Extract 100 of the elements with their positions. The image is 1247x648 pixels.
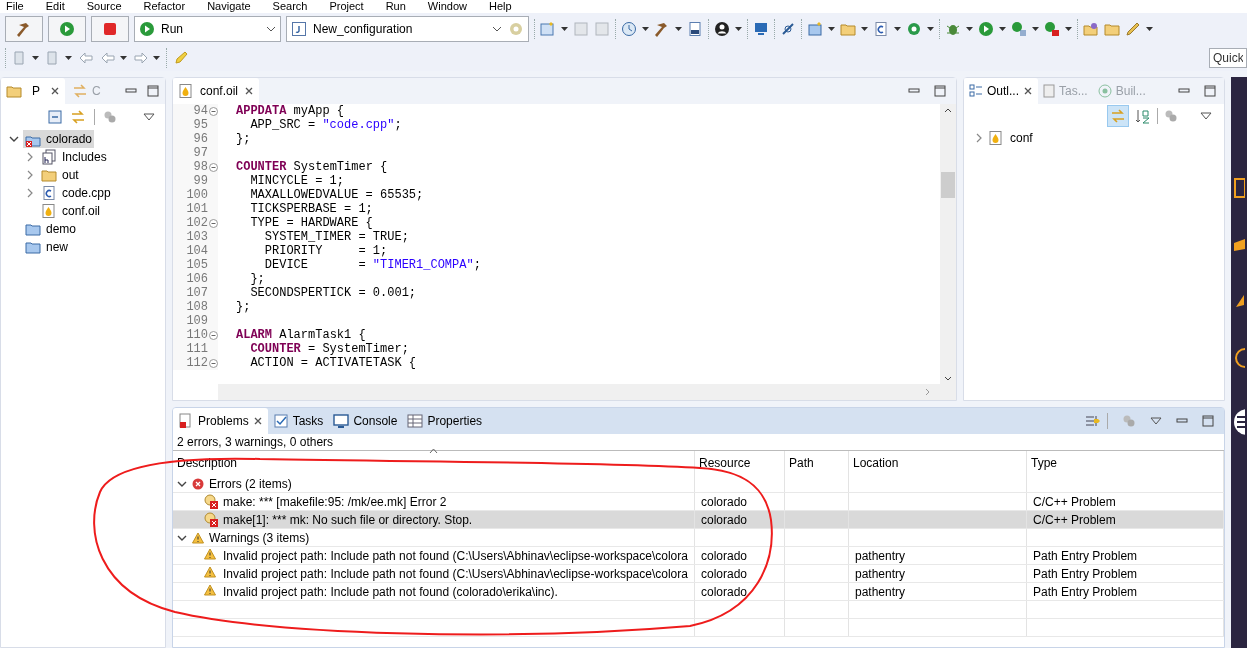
maximize-icon[interactable] [1204, 85, 1216, 97]
menu-item[interactable]: File [6, 0, 24, 13]
chevron-right-icon[interactable] [25, 170, 35, 180]
highlighter-icon[interactable] [173, 50, 189, 66]
quick-access-field[interactable]: Quick [1209, 48, 1247, 68]
scroll-right-icon[interactable] [925, 388, 930, 396]
tree-item[interactable]: conf.oil [39, 202, 103, 220]
hammer-icon[interactable] [654, 21, 670, 37]
dropdown-caret-icon[interactable] [1146, 27, 1153, 31]
dropdown-caret-icon[interactable] [561, 27, 568, 31]
tree-item[interactable]: Includes [39, 148, 109, 166]
launch-mode-dropdown[interactable]: Run [134, 16, 281, 42]
fold-icon[interactable] [209, 358, 218, 368]
view-tab[interactable]: Properties [402, 408, 488, 434]
tree-item[interactable]: conf [988, 129, 1033, 147]
close-icon[interactable] [50, 86, 60, 96]
sort-icon[interactable] [1135, 108, 1151, 124]
maximize-icon[interactable] [147, 85, 159, 97]
new-class-icon[interactable] [906, 21, 922, 37]
stop-button[interactable] [91, 16, 129, 42]
view-tab[interactable]: Problems [173, 408, 268, 434]
chevron-down-icon[interactable] [9, 134, 19, 144]
fold-icon[interactable] [209, 218, 218, 228]
dropdown-caret-icon[interactable] [828, 27, 835, 31]
build-button[interactable] [5, 16, 43, 42]
tree-item[interactable]: demo [23, 220, 79, 238]
new-project-icon[interactable] [807, 21, 823, 37]
chevron-right-icon[interactable] [25, 152, 35, 162]
dropdown-caret-icon[interactable] [153, 56, 160, 60]
vertical-scrollbar[interactable] [940, 104, 956, 384]
column-header[interactable]: Location [849, 451, 1027, 475]
monitor-icon[interactable] [753, 21, 769, 37]
new-file-icon[interactable] [873, 21, 889, 37]
tree-item[interactable]: out [39, 166, 81, 184]
link-editor-icon[interactable] [70, 109, 86, 125]
external-tool-icon[interactable] [1044, 21, 1060, 37]
view-tab[interactable]: Console [328, 408, 403, 434]
dropdown-caret-icon[interactable] [120, 56, 127, 60]
tree-item[interactable]: new [23, 238, 70, 256]
dropdown-caret-icon[interactable] [927, 27, 934, 31]
group-label[interactable]: Errors (2 items) [209, 475, 292, 492]
dropdown-caret-icon[interactable] [1065, 27, 1072, 31]
dropdown-caret-icon[interactable] [999, 27, 1006, 31]
column-header[interactable]: Type [1027, 451, 1224, 475]
column-header[interactable]: Description [173, 451, 695, 475]
dropdown-caret-icon[interactable] [32, 56, 39, 60]
fold-icon[interactable] [209, 162, 218, 172]
column-header[interactable]: Resource [695, 451, 785, 475]
problem-row[interactable]: Invalid project path: Include path not found (C:\Users\Abhinav\eclipse-workspace\colora colorado pathentry Path Entry Problem [173, 565, 1224, 583]
dropdown-caret-icon[interactable] [966, 27, 973, 31]
problem-row[interactable]: Invalid project path: Include path not found (C:\Users\Abhinav\eclipse-workspace\colora colorado pathentry Path Entry Problem [173, 547, 1224, 565]
filter-icon[interactable] [103, 110, 117, 124]
run-button[interactable] [48, 16, 86, 42]
link-icon[interactable] [780, 21, 796, 37]
view-menu-icon[interactable] [1200, 112, 1212, 120]
menu-item[interactable]: Search [272, 0, 308, 13]
chevron-right-icon[interactable] [25, 188, 35, 198]
maximize-icon[interactable] [934, 85, 946, 97]
tree-item[interactable]: code.cpp [39, 184, 113, 202]
menu-item[interactable]: Window [427, 0, 467, 13]
view-tab[interactable]: Tasks [267, 408, 329, 434]
person-icon[interactable] [714, 21, 730, 37]
dropdown-caret-icon[interactable] [894, 27, 901, 31]
run-icon[interactable] [978, 21, 994, 37]
filter-icon[interactable] [1164, 109, 1178, 123]
maximize-icon[interactable] [1202, 415, 1214, 427]
scroll-down-icon[interactable] [944, 376, 952, 381]
group-label[interactable]: Warnings (3 items) [209, 529, 310, 546]
fold-icon[interactable] [209, 106, 218, 116]
scroll-thumb[interactable] [941, 172, 955, 198]
dropdown-caret-icon[interactable] [1032, 27, 1039, 31]
problem-row[interactable]: Invalid project path: Include path not found (colorado\erika\inc). colorado pathentry Path Entry Problem [173, 583, 1224, 601]
binary-file-icon[interactable] [687, 21, 703, 37]
menu-item[interactable]: Navigate [207, 0, 251, 13]
view-tab[interactable]: conf.oil [173, 78, 260, 104]
open-folder-icon[interactable] [1083, 21, 1099, 37]
last-edit-icon[interactable] [78, 50, 94, 66]
column-header[interactable]: Path [785, 451, 849, 475]
close-icon[interactable] [244, 86, 255, 96]
close-icon[interactable] [1023, 86, 1033, 96]
close-icon[interactable] [252, 416, 263, 426]
collapse-all-icon[interactable] [48, 110, 62, 124]
view-menu-icon[interactable] [143, 113, 155, 121]
view-tab[interactable]: P [1, 78, 65, 104]
run-history-icon[interactable] [1011, 21, 1027, 37]
link-editor-toggle[interactable] [1107, 105, 1129, 127]
menu-item[interactable]: Project [329, 0, 364, 13]
dropdown-caret-icon[interactable] [65, 56, 72, 60]
horizontal-scrollbar[interactable] [218, 384, 956, 400]
dropdown-caret-icon[interactable] [861, 27, 868, 31]
menu-item[interactable]: Help [489, 0, 512, 13]
menu-item[interactable]: Edit [45, 0, 65, 13]
dropdown-caret-icon[interactable] [642, 27, 649, 31]
dropdown-caret-icon[interactable] [675, 27, 682, 31]
problem-row[interactable]: make[1]: *** mk: No such file or directory. Stop. colorado C/C++ Problem [173, 511, 1224, 529]
menu-item[interactable]: Run [385, 0, 406, 13]
scroll-up-icon[interactable] [944, 107, 952, 112]
tree-item[interactable]: colorado [23, 130, 95, 148]
launch-configuration-dropdown[interactable]: New_configuration [286, 16, 529, 42]
view-menu-icon[interactable] [1150, 417, 1162, 425]
